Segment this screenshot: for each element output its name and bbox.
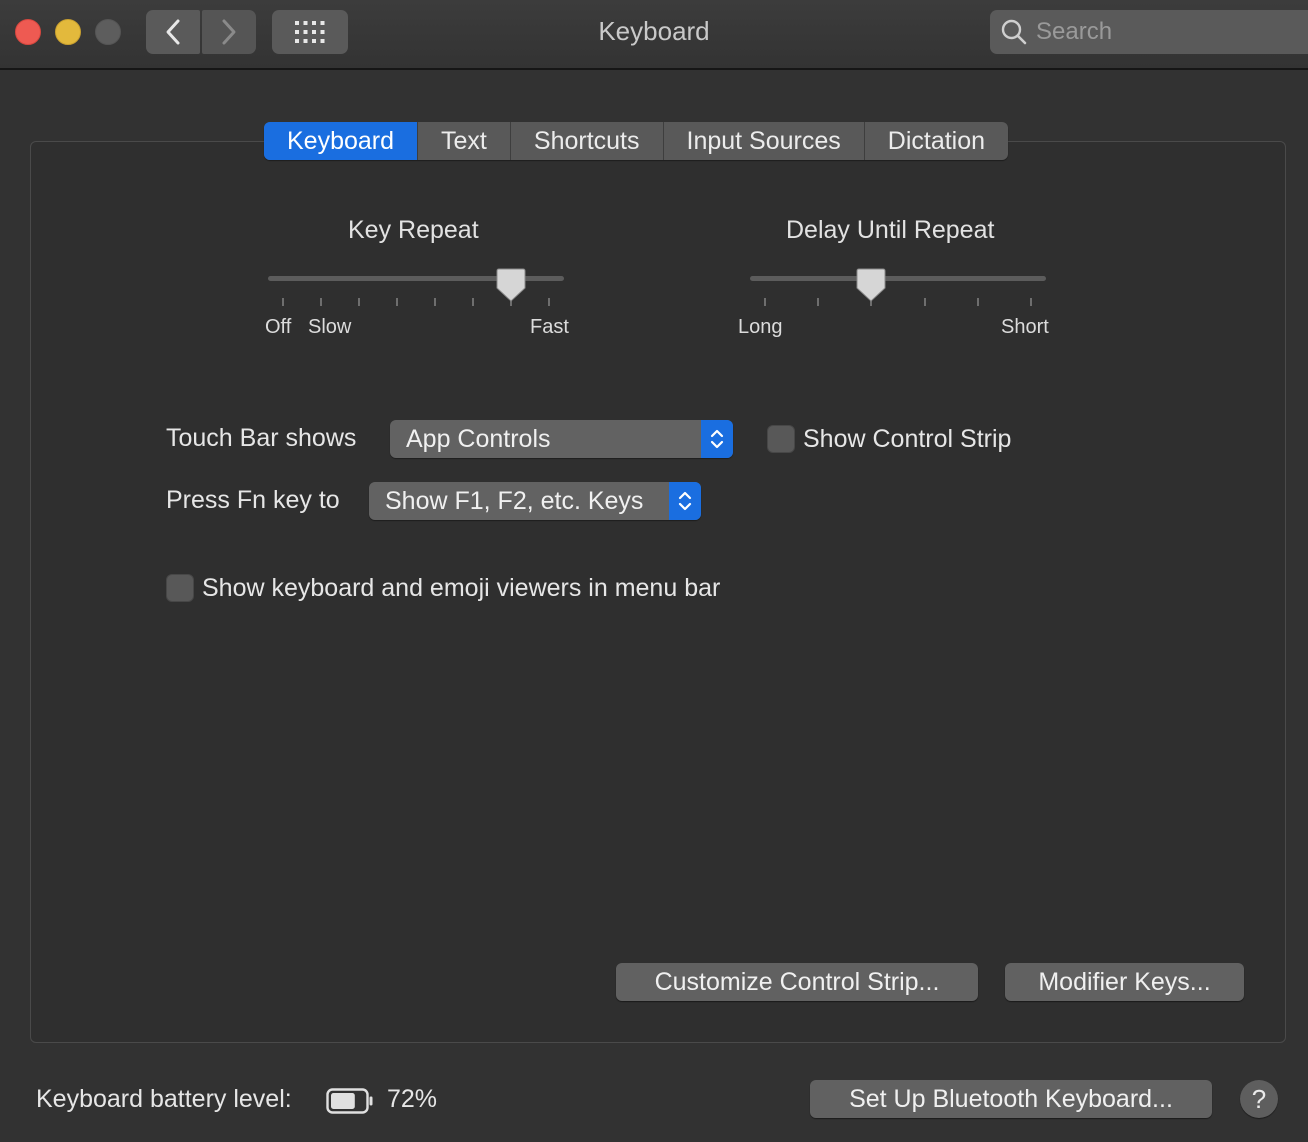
- tab-dictation[interactable]: Dictation: [865, 122, 1008, 160]
- press-fn-key-label: Press Fn key to: [166, 486, 340, 514]
- battery-fill: [331, 1093, 355, 1109]
- modifier-keys-button[interactable]: Modifier Keys...: [1005, 963, 1244, 1001]
- touch-bar-popup-value: App Controls: [406, 424, 551, 453]
- tab-shortcuts[interactable]: Shortcuts: [511, 122, 664, 160]
- slider-tick: [282, 298, 284, 306]
- up-down-chevron-icon: [669, 482, 701, 520]
- key-repeat-fast-label: Fast: [530, 316, 569, 338]
- key-repeat-slow-label: Slow: [308, 316, 352, 338]
- customize-control-strip-button[interactable]: Customize Control Strip...: [616, 963, 978, 1001]
- battery-percent: 72%: [387, 1085, 438, 1113]
- help-button[interactable]: ?: [1240, 1080, 1278, 1118]
- title-bar: Keyboard: [0, 0, 1308, 70]
- delay-long-label: Long: [738, 316, 783, 338]
- tab-keyboard[interactable]: Keyboard: [264, 122, 419, 160]
- up-down-chevron-icon: [701, 420, 733, 458]
- touch-bar-shows-label: Touch Bar shows: [166, 424, 357, 452]
- search-icon: [1000, 18, 1028, 46]
- fn-key-popup[interactable]: Show F1, F2, etc. Keys: [369, 482, 701, 520]
- show-viewers-label: Show keyboard and emoji viewers in menu …: [202, 574, 721, 602]
- slider-tick: [320, 298, 322, 306]
- slider-tick: [817, 298, 820, 306]
- tab-text[interactable]: Text: [418, 122, 511, 160]
- slider-tick: [764, 298, 766, 306]
- question-mark-icon: ?: [1251, 1083, 1267, 1114]
- slider-tick: [1030, 298, 1032, 306]
- fn-key-popup-value: Show F1, F2, etc. Keys: [385, 486, 644, 515]
- slider-tick: [976, 298, 979, 306]
- search-field[interactable]: [990, 10, 1308, 54]
- battery-level-label: Keyboard battery level:: [36, 1085, 292, 1113]
- show-control-strip-label: Show Control Strip: [803, 425, 1012, 453]
- delay-until-repeat-title: Delay Until Repeat: [786, 216, 995, 244]
- tab-bar: Keyboard Text Shortcuts Input Sources Di…: [264, 122, 1009, 160]
- slider-tick: [358, 298, 360, 306]
- key-repeat-off-label: Off: [265, 316, 292, 338]
- key-repeat-knob[interactable]: [496, 268, 526, 302]
- slider-tick: [396, 298, 398, 306]
- show-control-strip-checkbox[interactable]: [767, 425, 795, 453]
- slider-tick: [472, 298, 474, 306]
- touch-bar-popup[interactable]: App Controls: [390, 420, 733, 458]
- search-input[interactable]: [1036, 18, 1296, 46]
- key-repeat-title: Key Repeat: [348, 216, 479, 244]
- slider-tick: [923, 298, 926, 306]
- delay-until-repeat-track[interactable]: [750, 276, 1046, 281]
- set-up-bluetooth-keyboard-button[interactable]: Set Up Bluetooth Keyboard...: [810, 1080, 1212, 1118]
- delay-short-label: Short: [1001, 316, 1049, 338]
- slider-tick: [548, 298, 550, 306]
- battery-icon: [326, 1088, 373, 1114]
- tab-input-sources[interactable]: Input Sources: [664, 122, 865, 160]
- show-viewers-checkbox[interactable]: [166, 574, 194, 602]
- slider-tick: [434, 298, 436, 306]
- delay-until-repeat-knob[interactable]: [856, 268, 886, 302]
